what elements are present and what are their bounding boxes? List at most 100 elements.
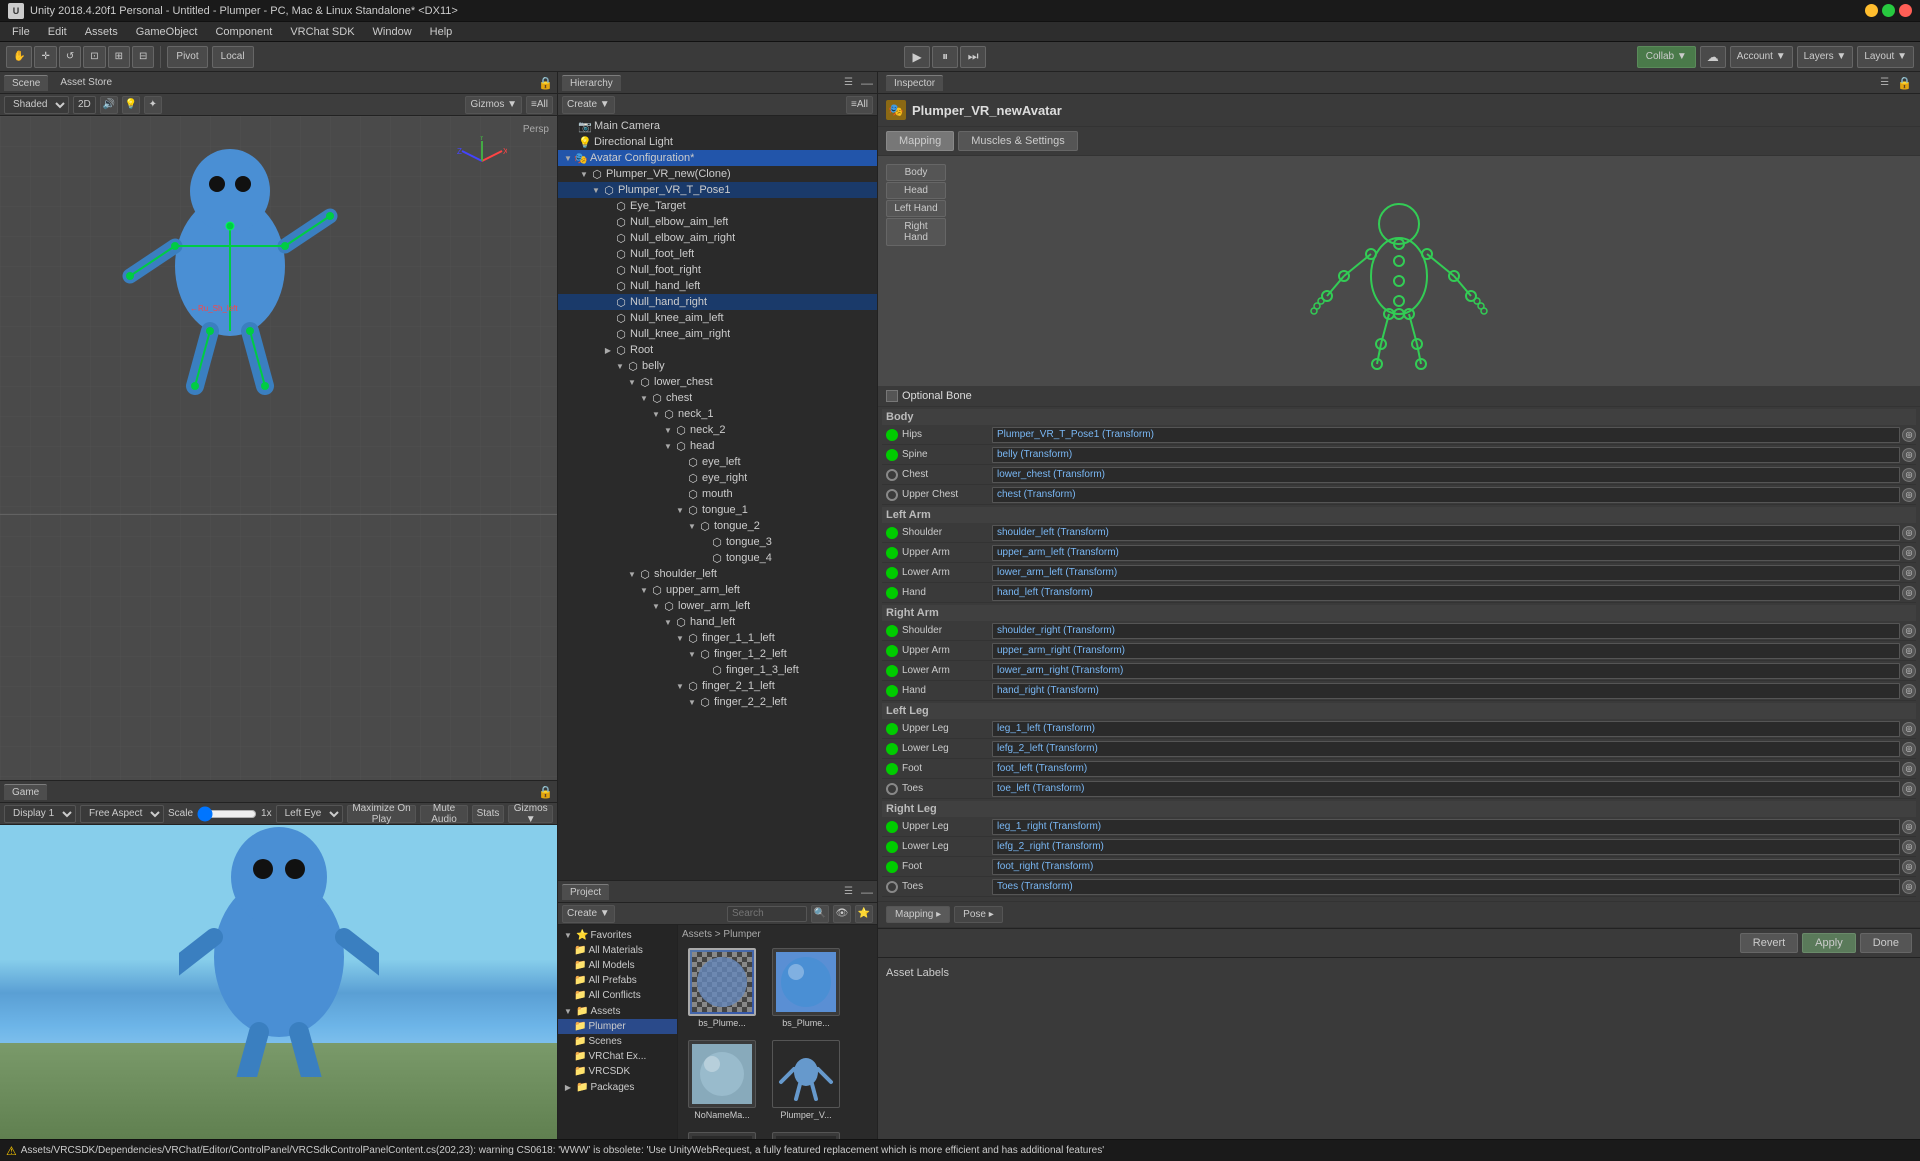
maximize-btn[interactable]: Maximize On Play: [347, 805, 417, 823]
right-upper-arm-field[interactable]: upper_arm_right (Transform): [992, 643, 1900, 659]
tree-item-null-knee-left[interactable]: ⬡ Null_knee_aim_left: [558, 310, 877, 326]
tree-item-avatar-config[interactable]: ▼ 🎭 Avatar Configuration*: [558, 150, 877, 166]
multi-tool[interactable]: ⊟: [132, 46, 154, 68]
tree-item-shoulder-left[interactable]: ▼ ⬡ shoulder_left: [558, 566, 877, 582]
left-upper-leg-pick-btn[interactable]: ◎: [1902, 722, 1916, 736]
play-button[interactable]: ▶: [904, 46, 930, 68]
left-upper-arm-pick-btn[interactable]: ◎: [1902, 546, 1916, 560]
tree-item-lower-arm-left[interactable]: ▼ ⬡ lower_arm_left: [558, 598, 877, 614]
gizmos-dropdown[interactable]: Gizmos ▼: [465, 96, 522, 114]
inspector-menu-icon[interactable]: ☰: [1880, 77, 1889, 88]
left-shoulder-field[interactable]: shoulder_left (Transform): [992, 525, 1900, 541]
tree-item-finger-1-2[interactable]: ▼ ⬡ finger_1_2_left: [558, 646, 877, 662]
right-shoulder-field[interactable]: shoulder_right (Transform): [992, 623, 1900, 639]
assets-header[interactable]: ▼ 📁 Assets: [558, 1003, 677, 1019]
asset-bs-plume-1[interactable]: bs_Plume...: [682, 944, 762, 1032]
menu-edit[interactable]: Edit: [40, 24, 75, 40]
right-lower-leg-field[interactable]: lefg_2_right (Transform): [992, 839, 1900, 855]
tree-item-neck2[interactable]: ▼ ⬡ neck_2: [558, 422, 877, 438]
audio-button[interactable]: 🔊: [100, 96, 118, 114]
mute-btn[interactable]: Mute Audio: [420, 805, 467, 823]
tree-item-neck1[interactable]: ▼ ⬡ neck_1: [558, 406, 877, 422]
pause-button[interactable]: ⏸: [932, 46, 958, 68]
menu-help[interactable]: Help: [422, 24, 461, 40]
close-button[interactable]: [1899, 4, 1912, 17]
right-foot-field[interactable]: foot_right (Transform): [992, 859, 1900, 875]
upper-chest-pick-btn[interactable]: ◎: [1902, 488, 1916, 502]
mapping-tab-btn[interactable]: Mapping: [886, 131, 954, 151]
tree-item-lower-chest[interactable]: ▼ ⬡ lower_chest: [558, 374, 877, 390]
tree-item-upper-arm-left[interactable]: ▼ ⬡ upper_arm_left: [558, 582, 877, 598]
inspector-lock-icon[interactable]: 🔒: [1897, 76, 1912, 90]
hand-tool[interactable]: ✋: [6, 46, 32, 68]
asset-plumper-v[interactable]: Plumper_V...: [766, 1036, 846, 1124]
star-icon-btn[interactable]: ⭐: [855, 905, 873, 923]
head-btn[interactable]: Head: [886, 182, 946, 199]
scenes-folder[interactable]: 📁 Scenes: [558, 1034, 677, 1049]
tree-item-finger-1-1[interactable]: ▼ ⬡ finger_1_1_left: [558, 630, 877, 646]
chest-field[interactable]: lower_chest (Transform): [992, 467, 1900, 483]
vrcsdk-folder[interactable]: 📁 VRCSDK: [558, 1064, 677, 1079]
tree-item-null-foot-left[interactable]: ⬡ Null_foot_left: [558, 246, 877, 262]
project-menu-icon[interactable]: ☰: [844, 886, 853, 897]
right-upper-leg-pick-btn[interactable]: ◎: [1902, 820, 1916, 834]
tree-item-null-hand-right[interactable]: ⬡ Null_hand_right: [558, 294, 877, 310]
spine-pick-btn[interactable]: ◎: [1902, 448, 1916, 462]
upper-chest-field[interactable]: chest (Transform): [992, 487, 1900, 503]
tree-item-mouth[interactable]: ⬡ mouth: [558, 486, 877, 502]
shading-dropdown[interactable]: Shaded: [4, 96, 69, 114]
scale-tool[interactable]: ⊡: [83, 46, 105, 68]
tree-item-head[interactable]: ▼ ⬡ head: [558, 438, 877, 454]
favorites-header[interactable]: ▼ ⭐ Favorites: [558, 927, 677, 943]
tree-item-eye-target[interactable]: ⬡ Eye_Target: [558, 198, 877, 214]
menu-component[interactable]: Component: [207, 24, 280, 40]
2d-button[interactable]: 2D: [73, 96, 96, 114]
tree-item-finger-1-3[interactable]: ⬡ finger_1_3_left: [558, 662, 877, 678]
right-upper-arm-pick-btn[interactable]: ◎: [1902, 644, 1916, 658]
right-shoulder-pick-btn[interactable]: ◎: [1902, 624, 1916, 638]
left-lower-arm-pick-btn[interactable]: ◎: [1902, 566, 1916, 580]
mapping-bottom-tab[interactable]: Mapping ▸: [886, 906, 950, 923]
tree-item-null-hand-left[interactable]: ⬡ Null_hand_left: [558, 278, 877, 294]
right-lower-arm-pick-btn[interactable]: ◎: [1902, 664, 1916, 678]
right-foot-pick-btn[interactable]: ◎: [1902, 860, 1916, 874]
hierarchy-create-btn[interactable]: Create ▼: [562, 96, 615, 114]
done-button[interactable]: Done: [1860, 933, 1912, 953]
right-hand-field[interactable]: hand_right (Transform): [992, 683, 1900, 699]
tree-item-null-elbow-right[interactable]: ⬡ Null_elbow_aim_right: [558, 230, 877, 246]
tree-item-clone[interactable]: ▼ ⬡ Plumper_VR_new(Clone): [558, 166, 877, 182]
project-create-btn[interactable]: Create ▼: [562, 905, 615, 923]
tab-project[interactable]: Project: [562, 884, 609, 900]
left-lower-leg-field[interactable]: lefg_2_left (Transform): [992, 741, 1900, 757]
left-hand-pick-btn[interactable]: ◎: [1902, 586, 1916, 600]
right-toes-pick-btn[interactable]: ◎: [1902, 880, 1916, 894]
tab-scene[interactable]: Scene: [4, 75, 48, 91]
asset-bs-plume-2[interactable]: bs_Plume...: [766, 944, 846, 1032]
all-filter-btn[interactable]: ≡All: [526, 96, 553, 114]
maximize-button[interactable]: [1882, 4, 1895, 17]
left-lower-arm-field[interactable]: lower_arm_left (Transform): [992, 565, 1900, 581]
menu-file[interactable]: File: [4, 24, 38, 40]
hierarchy-menu-icon[interactable]: ☰: [844, 77, 853, 88]
optional-bone-checkbox[interactable]: [886, 390, 898, 402]
body-btn[interactable]: Body: [886, 164, 946, 181]
left-toes-pick-btn[interactable]: ◎: [1902, 782, 1916, 796]
tree-item-dir-light[interactable]: 💡 Directional Light: [558, 134, 877, 150]
stats-btn[interactable]: Stats: [472, 805, 505, 823]
step-button[interactable]: ⏭: [960, 46, 986, 68]
eye-icon-btn[interactable]: 👁: [833, 905, 851, 923]
tree-item-finger-2-2[interactable]: ▼ ⬡ finger_2_2_left: [558, 694, 877, 710]
pose-bottom-tab[interactable]: Pose ▸: [954, 906, 1003, 923]
tree-item-tongue2[interactable]: ▼ ⬡ tongue_2: [558, 518, 877, 534]
tree-item-tongue4[interactable]: ⬡ tongue_4: [558, 550, 877, 566]
tree-item-eye-left[interactable]: ⬡ eye_left: [558, 454, 877, 470]
scene-lock-icon[interactable]: 🔒: [538, 76, 553, 90]
asset-noname[interactable]: NoNameMa...: [682, 1036, 762, 1124]
left-lower-leg-pick-btn[interactable]: ◎: [1902, 742, 1916, 756]
left-upper-leg-field[interactable]: leg_1_left (Transform): [992, 721, 1900, 737]
left-shoulder-pick-btn[interactable]: ◎: [1902, 526, 1916, 540]
left-foot-pick-btn[interactable]: ◎: [1902, 762, 1916, 776]
search-icon-btn[interactable]: 🔍: [811, 905, 829, 923]
tree-item-hand-left[interactable]: ▼ ⬡ hand_left: [558, 614, 877, 630]
all-materials-folder[interactable]: 📁 All Materials: [558, 943, 677, 958]
